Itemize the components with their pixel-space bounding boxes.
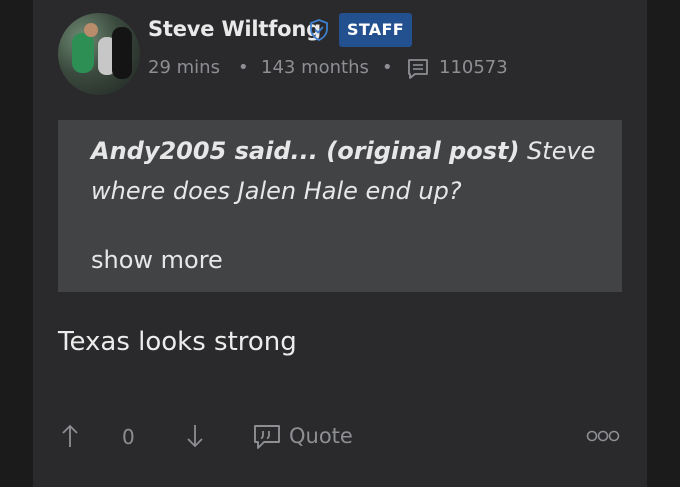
quote-button[interactable]: Quote [289,424,353,448]
time-ago: 29 mins [148,57,220,78]
more-options-icon[interactable] [586,429,620,443]
avatar[interactable] [58,13,140,95]
avatar-figure [112,27,132,79]
downvote-arrow-icon[interactable] [185,423,205,449]
show-more-link[interactable]: show more [91,246,223,274]
staff-badge: STAFF [339,13,412,47]
vote-count: 0 [122,425,135,449]
meta-separator: • [382,57,393,78]
membership-duration: 143 months [261,57,369,78]
post-body: Texas looks strong [58,327,297,357]
post-actions: 0 Quote [0,418,680,458]
avatar-figure [72,33,94,73]
comment-icon [408,59,428,79]
avatar-face [84,23,98,37]
author-name[interactable]: Steve Wiltfong [148,17,321,41]
meta-separator: • [238,57,249,78]
quote-author-line[interactable]: Andy2005 said... (original post) [91,137,519,165]
upvote-arrow-icon[interactable] [60,423,80,449]
post-count: 110573 [439,57,508,78]
quoted-post: Andy2005 said... (original post) Steve w… [58,120,622,292]
quote-content: Andy2005 said... (original post) Steve w… [91,131,611,211]
verified-shield-icon [310,19,328,41]
quote-bubble-icon[interactable] [253,424,281,450]
